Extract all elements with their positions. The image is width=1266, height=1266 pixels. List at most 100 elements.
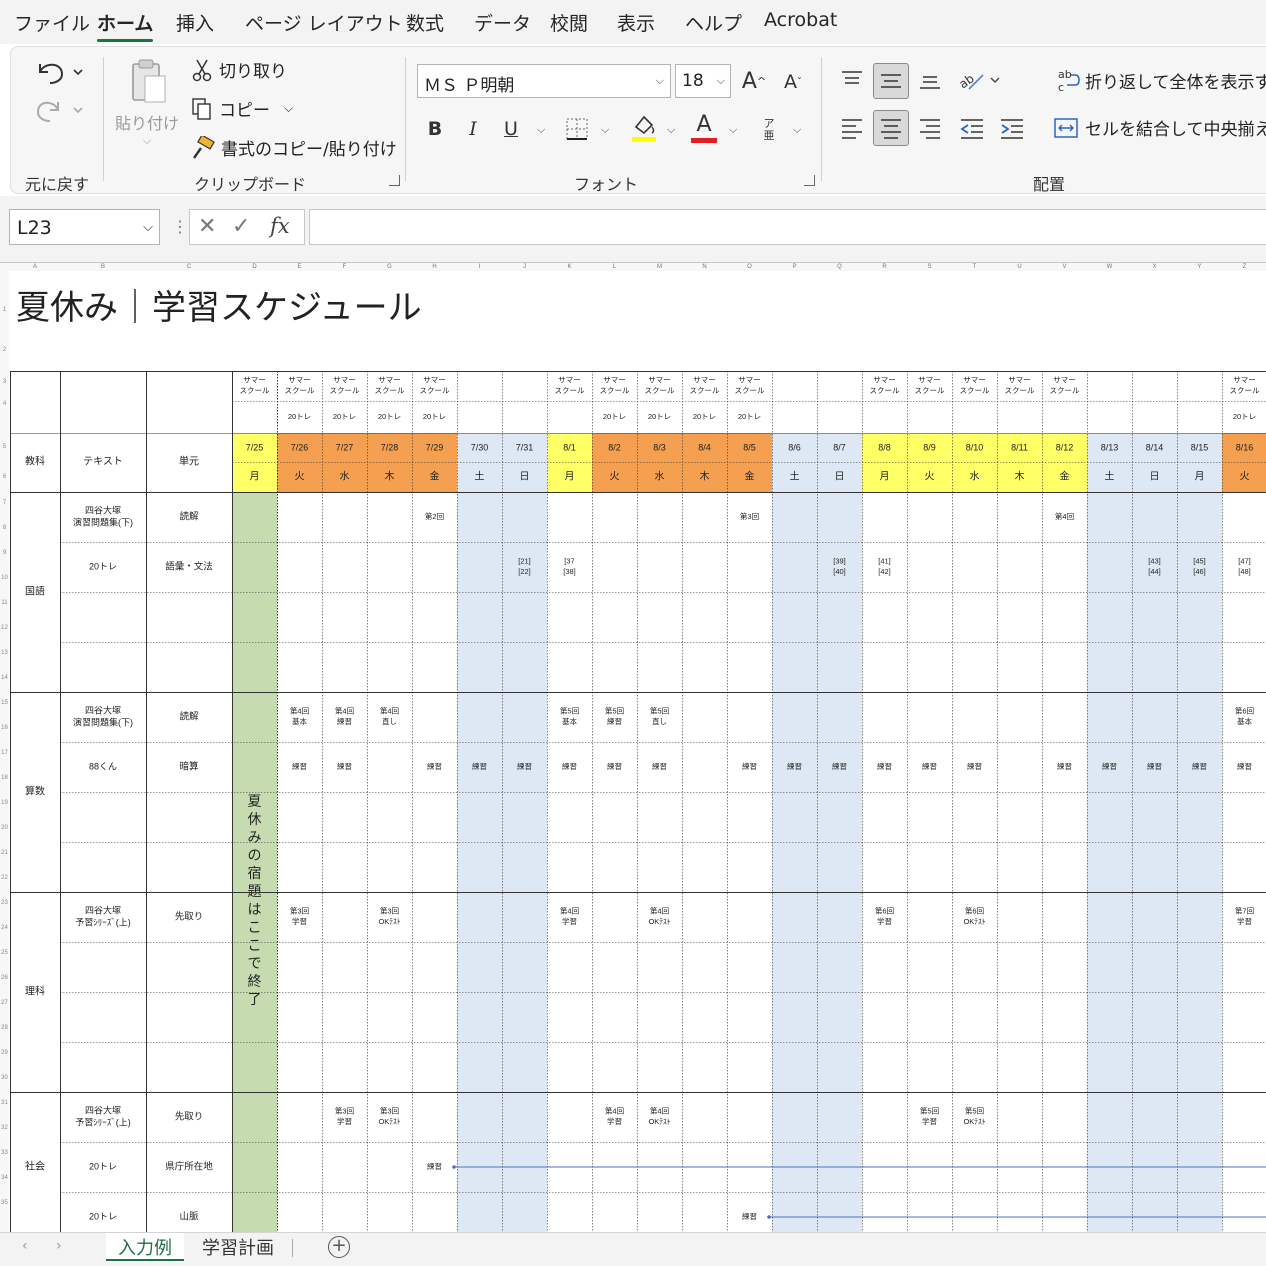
menu-data[interactable]: データ (474, 9, 531, 36)
chevron-down-icon[interactable]: ⌵ (601, 123, 609, 137)
text-cell: 20トレ (89, 1161, 117, 1171)
weekday-label: 水 (655, 471, 665, 483)
vertical-note-char: 了 (248, 992, 262, 1008)
fill-color-button[interactable] (627, 111, 661, 145)
summer-school-label: サマー (288, 376, 311, 385)
more-options-icon[interactable]: ⋮ (172, 217, 188, 236)
font-color-button[interactable]: A (687, 111, 721, 145)
ribbon: 元に戻す 貼り付け ⌵ 切り取り コピー ⌵ 書式のコピー/貼り付け クリップボ… (10, 46, 1266, 194)
schedule-entry: OKﾃｽﾄ (378, 1117, 400, 1126)
column-letter: E (297, 264, 301, 270)
summer-school-label: スクール (420, 386, 450, 395)
formula-input[interactable] (309, 209, 1266, 245)
align-left-button[interactable] (835, 111, 869, 145)
row-number: 18 (1, 775, 8, 781)
menu-review[interactable]: 校閲 (550, 9, 588, 36)
column-letter: M (657, 264, 662, 270)
paste-button[interactable]: 貼り付け ⌵ (111, 55, 183, 151)
menu-acrobat[interactable]: Acrobat (764, 9, 837, 31)
menu-insert[interactable]: 挿入 (176, 9, 214, 36)
tab-sheet-example[interactable]: 入力例 (106, 1233, 184, 1261)
menu-file[interactable]: ファイル (14, 9, 90, 36)
merge-center-button[interactable]: セルを結合して中央揃え (1053, 115, 1266, 140)
text-cell: 四谷大塚 (85, 704, 121, 715)
increase-indent-button[interactable] (995, 111, 1029, 145)
summer-school-label: スクール (1230, 386, 1260, 395)
row-number: 23 (1, 900, 8, 906)
phonetic-button[interactable]: ア亜 (757, 113, 781, 147)
align-middle-button[interactable] (873, 63, 909, 99)
paintbrush-icon (193, 135, 215, 159)
worksheet[interactable]: A B C D E F G H I J K L M N O P Q R S T U V W X Y Z 1 2 3 4 5 6 7 8 9 10 11 1… (0, 262, 1266, 1232)
weekend-column-fill (1087, 492, 1132, 1232)
cut-button[interactable]: 切り取り (191, 57, 287, 82)
menu-page-layout[interactable]: ページ レイアウト (245, 9, 403, 36)
chevron-down-icon[interactable]: ⌵ (537, 123, 545, 137)
shrink-font-button[interactable]: Aˇ (779, 67, 807, 97)
vertical-note-char: の (248, 849, 262, 864)
cancel-icon[interactable]: ✕ (198, 214, 216, 239)
align-bottom-button[interactable] (913, 63, 947, 97)
schedule-entry: 練習 (1192, 761, 1207, 771)
column-letter: T (973, 264, 977, 270)
font-dialog-launcher[interactable] (804, 175, 815, 186)
training-label: 20トレ (693, 412, 716, 421)
chevron-down-icon[interactable]: ⌵ (667, 123, 675, 137)
unit-cell: 先取り (175, 911, 204, 923)
paint-bucket-icon (632, 115, 656, 142)
underline-button[interactable]: U (497, 113, 525, 145)
font-name-select[interactable]: ＭＳ Ｐ明朝 ⌵ (417, 64, 671, 98)
orientation-button[interactable]: ab (955, 63, 1003, 97)
date-label: 8/11 (1011, 442, 1028, 452)
copy-button[interactable]: コピー ⌵ (191, 96, 293, 121)
align-right-button[interactable] (913, 111, 947, 145)
schedule-entry: 第5回 (560, 706, 579, 716)
redo-button[interactable] (29, 91, 89, 127)
insert-function-icon[interactable]: fx (270, 214, 290, 238)
menu-home[interactable]: ホーム (97, 9, 154, 42)
grow-font-button[interactable]: A ^ (739, 65, 769, 97)
menu-formulas[interactable]: 数式 (406, 9, 444, 36)
row-number: 25 (1, 950, 8, 956)
chevron-down-icon[interactable]: ⌵ (284, 101, 293, 116)
bold-button[interactable]: B (421, 113, 449, 145)
italic-button[interactable]: I (459, 113, 487, 145)
align-top-button[interactable] (835, 63, 869, 97)
decrease-indent-button[interactable] (955, 111, 989, 145)
menu-view[interactable]: 表示 (617, 9, 655, 36)
wrap-text-button[interactable]: abc 折り返して全体を表示する (1057, 67, 1266, 93)
borders-button[interactable] (561, 113, 593, 145)
align-center-button[interactable] (873, 110, 909, 146)
date-label: 8/13 (1101, 442, 1119, 452)
redo-icon (36, 101, 83, 122)
schedule-grid[interactable]: A B C D E F G H I J K L M N O P Q R S T U V W X Y Z12345678910111… (0, 263, 1266, 1232)
font-size-select[interactable]: 18 ⌵ (675, 64, 731, 98)
row-number: 20 (1, 825, 8, 831)
weekday-label: 日 (1150, 472, 1160, 483)
chevron-down-icon[interactable]: ⌵ (729, 123, 737, 137)
format-painter-button[interactable]: 書式のコピー/貼り付け (191, 135, 397, 160)
column-letter: Q (837, 264, 842, 270)
undo-button[interactable] (29, 53, 89, 89)
scroll-left-icon[interactable]: ‹ (22, 1238, 28, 1254)
tab-sheet-plan[interactable]: 学習計画 (190, 1233, 286, 1261)
schedule-entry: 練習 (742, 761, 757, 771)
chevron-down-icon[interactable]: ⌵ (793, 123, 801, 137)
date-label: 8/5 (743, 442, 756, 452)
weekend-column-fill (457, 492, 502, 1232)
menu-help[interactable]: ヘルプ (685, 9, 742, 36)
chevron-down-icon: ⌵ (143, 220, 153, 235)
schedule-entry: [46] (1193, 567, 1206, 576)
schedule-entry: 練習 (787, 761, 802, 771)
clipboard-dialog-launcher[interactable] (389, 175, 400, 186)
add-sheet-icon[interactable]: + (328, 1236, 350, 1258)
copy-icon (192, 97, 211, 120)
enter-icon[interactable]: ✓ (232, 214, 250, 239)
weekday-label: 金 (430, 470, 440, 483)
row-number: 26 (1, 975, 8, 981)
scroll-right-icon[interactable]: › (56, 1238, 62, 1254)
column-letter: A (33, 264, 37, 270)
name-box[interactable]: L23 ⌵ (9, 209, 160, 245)
date-label: 7/30 (471, 442, 489, 452)
schedule-entry: [41] (878, 557, 891, 566)
